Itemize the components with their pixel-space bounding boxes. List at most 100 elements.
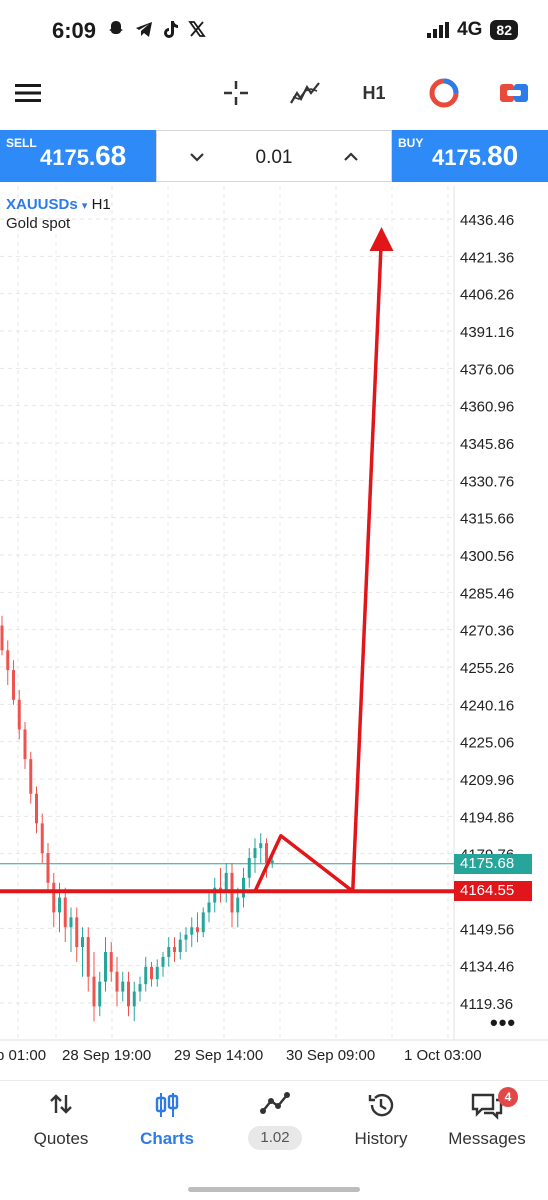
candle-body — [247, 858, 251, 878]
candle-body — [63, 897, 67, 928]
symbol-dropdown-icon: ▾ — [81, 200, 88, 212]
status-bar: 6:09 4G 82 — [0, 0, 548, 62]
candle-body — [12, 670, 15, 700]
crosshair-icon — [224, 81, 248, 105]
crosshair-button[interactable] — [216, 66, 256, 120]
nav-charts[interactable]: Charts — [112, 1081, 222, 1171]
timeframe-button[interactable]: H1 — [352, 66, 396, 120]
candle-body — [270, 860, 274, 863]
horizontal-line-price-tag: 4164.55 — [454, 881, 532, 902]
y-tick-label: 4391.16 — [460, 324, 514, 341]
candle-body — [150, 966, 153, 980]
y-tick-label: 4406.26 — [460, 287, 514, 304]
y-tick-label: 4285.46 — [460, 585, 514, 602]
chart-symbol-line[interactable]: XAUUSDs ▾ H1 — [6, 196, 111, 213]
trade-icon — [260, 1092, 290, 1114]
quotes-icon — [50, 1094, 72, 1114]
trade-bar: SELL 4175.68 0.01 BUY 4175.80 — [0, 130, 548, 182]
candle-body — [0, 625, 4, 651]
messages-badge: 4 — [498, 1087, 518, 1107]
nav-trade[interactable]: 1.02 — [220, 1081, 330, 1171]
objects-button[interactable] — [422, 66, 466, 120]
candle-body — [161, 956, 165, 967]
chart-symbol: XAUUSDs — [6, 196, 78, 213]
y-tick-label: 4330.76 — [460, 473, 514, 490]
candle-body — [86, 937, 90, 977]
candle-body — [98, 981, 102, 1007]
x-tick-label: p 01:00 — [0, 1047, 46, 1064]
y-tick-label: 4149.56 — [460, 921, 514, 938]
volume-value[interactable]: 0.01 — [217, 147, 331, 169]
trade-value-pill: 1.02 — [248, 1126, 302, 1150]
candle-body — [184, 934, 188, 940]
candle-body — [115, 971, 119, 992]
status-right: 4G 82 — [427, 19, 518, 41]
volume-control: 0.01 — [156, 130, 392, 182]
nav-quotes[interactable]: Quotes — [6, 1081, 116, 1171]
status-time: 6:09 — [52, 18, 97, 43]
sell-label: SELL — [6, 136, 37, 150]
y-tick-label: 4270.36 — [460, 623, 514, 640]
nav-quotes-label: Quotes — [33, 1129, 89, 1148]
price-chart[interactable]: 4436.46 4421.36 4406.26 4391.16 4376.06 4360.… — [0, 186, 548, 1070]
sell-price: 4175.68 — [40, 140, 127, 171]
y-tick-label: 4436.46 — [460, 212, 514, 229]
y-tick-label: 4134.46 — [460, 959, 514, 976]
candle-body — [144, 966, 148, 985]
timeframe-label: H1 — [362, 82, 386, 103]
y-tick-label: 4240.16 — [460, 697, 514, 714]
candle-body — [265, 843, 268, 863]
buy-button[interactable]: BUY 4175.80 — [392, 130, 548, 182]
snapchat-icon — [109, 21, 123, 34]
candle-body — [178, 939, 182, 952]
candle-body — [81, 937, 84, 948]
chart-timeframe: H1 — [91, 196, 111, 213]
candle-body — [104, 951, 107, 982]
candle-body — [132, 991, 136, 1007]
candle-body — [127, 981, 130, 1007]
y-tick-label: 4315.66 — [460, 511, 514, 528]
candle-body — [23, 729, 27, 760]
y-tick-label: 4300.56 — [460, 548, 514, 565]
hamburger-icon — [15, 84, 41, 102]
arrow-head — [369, 226, 394, 251]
nav-history-label: History — [354, 1129, 408, 1148]
nav-messages[interactable]: 4 Messages — [432, 1081, 542, 1171]
volume-increase-button[interactable] — [337, 143, 365, 171]
buy-price: 4175.80 — [432, 140, 519, 171]
candle-body — [92, 976, 96, 1007]
buy-label: BUY — [398, 136, 424, 150]
candle-body — [155, 966, 159, 980]
signal-icon — [427, 22, 450, 38]
volume-decrease-button[interactable] — [183, 143, 211, 171]
x-tick-label: 1 Oct 03:00 — [404, 1047, 482, 1064]
nav-history[interactable]: History — [326, 1081, 436, 1171]
x-icon — [188, 21, 206, 37]
candle-body — [236, 897, 240, 913]
tiktok-icon — [164, 21, 178, 38]
y-tick-label: 4421.36 — [460, 249, 514, 266]
y-tick-label: 4225.06 — [460, 735, 514, 752]
candle-body — [35, 793, 38, 824]
candle-body — [138, 984, 142, 992]
candle-body — [75, 917, 79, 948]
one-click-trade-button[interactable] — [492, 66, 536, 120]
candle-body — [40, 823, 44, 854]
menu-button[interactable] — [8, 66, 48, 120]
candle-body — [259, 843, 263, 849]
candle-body — [109, 951, 113, 972]
more-options-icon[interactable]: ••• — [490, 1010, 516, 1036]
candle-body — [58, 897, 61, 913]
x-tick-label: 29 Sep 14:00 — [174, 1047, 263, 1064]
indicators-icon — [290, 82, 320, 104]
y-tick-label: 4345.86 — [460, 436, 514, 453]
indicators-button[interactable] — [284, 66, 326, 120]
notification-icons — [106, 19, 206, 39]
candle-body — [207, 902, 211, 913]
candle-body — [242, 877, 245, 898]
chart-toolbar: H1 — [0, 66, 548, 120]
sell-button[interactable]: SELL 4175.68 — [0, 130, 156, 182]
nav-messages-label: Messages — [448, 1129, 526, 1148]
nav-charts-label: Charts — [140, 1129, 194, 1148]
history-icon — [368, 1093, 394, 1117]
